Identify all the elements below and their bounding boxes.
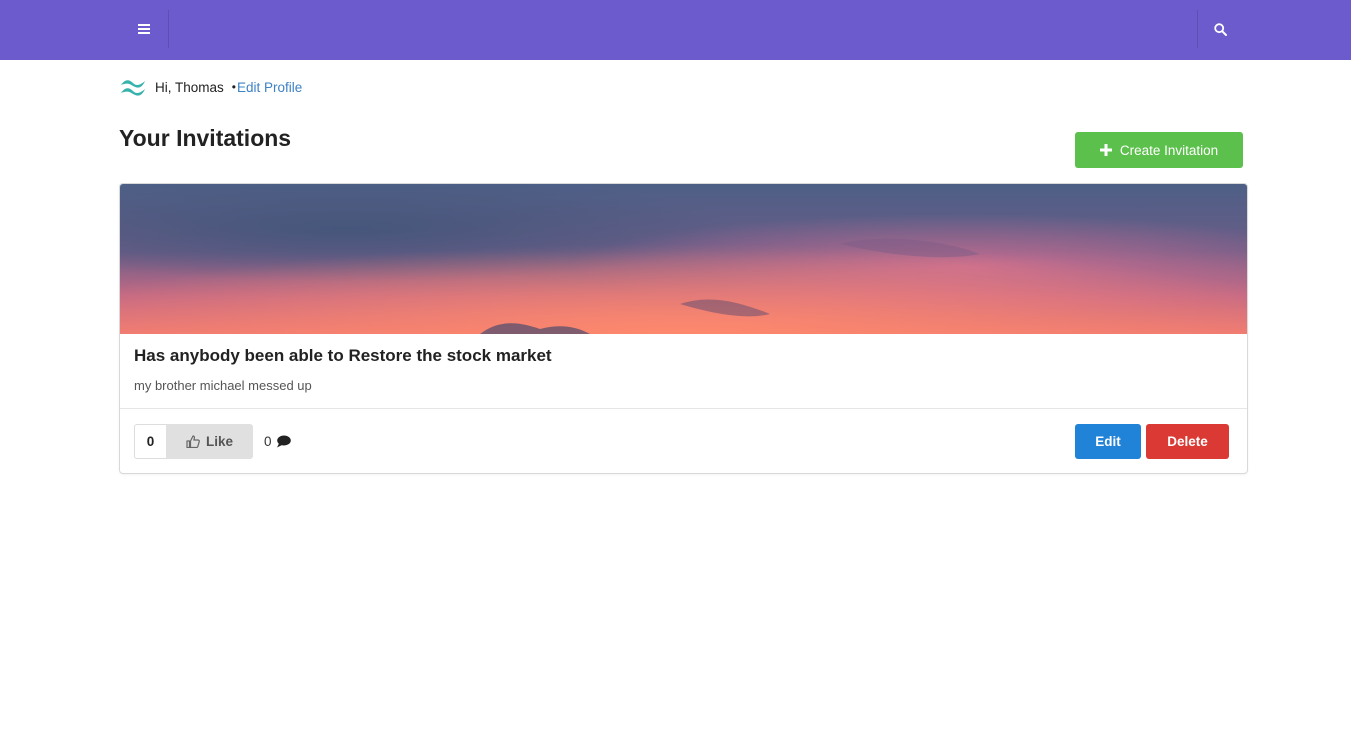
create-invitation-label: Create Invitation	[1119, 142, 1219, 158]
like-group: 0 Like	[134, 424, 253, 459]
page-title: Your Invitations	[119, 125, 292, 151]
search-button[interactable]	[1197, 10, 1243, 48]
separator-dot: •	[231, 80, 236, 94]
user-greeting-row: Hi, Thomas • Edit Profile	[119, 76, 302, 98]
edit-profile-link[interactable]: Edit Profile	[237, 80, 302, 95]
delete-button[interactable]: Delete	[1146, 424, 1229, 459]
like-count: 0	[134, 424, 166, 459]
invitation-banner-image	[120, 184, 1247, 334]
edit-button[interactable]: Edit	[1075, 424, 1141, 459]
search-icon	[1214, 22, 1227, 36]
greeting-text: Hi, Thomas	[155, 79, 224, 95]
invitation-description: my brother michael messed up	[134, 378, 312, 393]
plus-icon	[1099, 144, 1112, 156]
like-button[interactable]: Like	[166, 424, 253, 459]
create-invitation-button[interactable]: Create Invitation	[1075, 132, 1243, 168]
app-logo-icon	[121, 80, 145, 96]
comments-link[interactable]: 0	[264, 424, 291, 459]
comment-count: 0	[264, 434, 272, 449]
invitation-card: Has anybody been able to Restore the sto…	[119, 183, 1248, 474]
hamburger-icon	[137, 24, 150, 34]
menu-button[interactable]	[119, 10, 169, 48]
like-label: Like	[205, 434, 233, 449]
thumbs-up-icon	[186, 435, 200, 448]
card-divider	[120, 408, 1247, 409]
invitation-title[interactable]: Has anybody been able to Restore the sto…	[134, 346, 552, 366]
top-navbar	[0, 0, 1351, 60]
comment-icon	[276, 435, 291, 448]
